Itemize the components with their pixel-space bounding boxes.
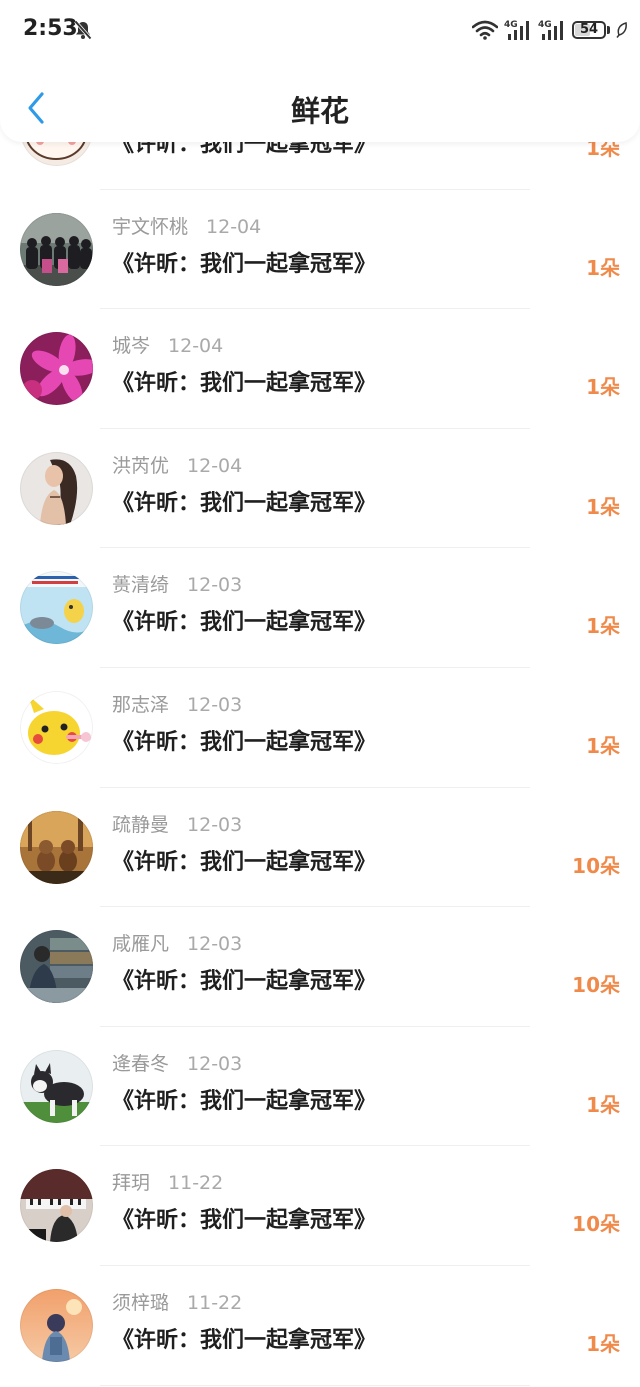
flower-count: 1朵: [586, 1092, 620, 1117]
user-name[interactable]: 逄春冬: [112, 1053, 169, 1075]
gift-date: 12-03: [187, 933, 243, 956]
leaf-icon: [616, 22, 627, 38]
list-item[interactable]: 逄春冬 12-03 《许昕：我们一起拿冠军》 1朵: [0, 1027, 640, 1147]
girl-sunset-avatar[interactable]: [20, 1288, 93, 1362]
list-item[interactable]: 洪芮优 12-04 《许昕：我们一起拿冠军》 1朵: [0, 429, 640, 549]
list-item[interactable]: 咸雁凡 12-03 《许昕：我们一起拿冠军》 10朵: [0, 907, 640, 1027]
gift-date: 12-04: [168, 335, 224, 358]
flowers-screen: 《许昕：我们一起拿冠军》 1朵 宇文怀桃 12-04 《许昕：我们一起拿冠军》 1朵: [0, 0, 640, 1387]
entry-meta: 须梓璐 11-22: [112, 1288, 242, 1315]
list-item[interactable]: 须梓璐 11-22 《许昕：我们一起拿冠军》 1朵: [0, 1266, 640, 1386]
signal-icon: 4G: [504, 20, 529, 40]
user-name[interactable]: 城岑: [112, 335, 150, 357]
user-name[interactable]: 那志泽: [112, 694, 169, 716]
user-name[interactable]: 蒉清绮: [112, 574, 169, 596]
flower-count: 1朵: [586, 494, 620, 519]
gift-date: 12-04: [187, 454, 243, 477]
flower-count: 1朵: [586, 614, 620, 639]
signal-icon: 4G: [538, 20, 563, 40]
user-name[interactable]: 拜玥: [112, 1172, 150, 1194]
flower-count: 1朵: [586, 733, 620, 758]
book-title: 《许昕：我们一起拿冠军》: [112, 371, 377, 397]
gift-date: 12-03: [187, 1052, 243, 1075]
wifi-icon: [472, 20, 498, 40]
entry-meta: 疏静曼 12-03: [112, 810, 242, 837]
book-title: 《许昕：我们一起拿冠军》: [112, 729, 377, 755]
list-item[interactable]: 那志泽 12-03 《许昕：我们一起拿冠军》 1朵: [0, 668, 640, 788]
battery-tip: [607, 26, 610, 34]
gift-date: 12-04: [206, 215, 262, 238]
battery-percent: 54: [579, 22, 599, 37]
gift-date: 12-03: [187, 813, 243, 836]
user-name[interactable]: 洪芮优: [112, 455, 169, 477]
list-item[interactable]: 疏静曼 12-03 《许昕：我们一起拿冠军》 10朵: [0, 788, 640, 908]
user-name[interactable]: 咸雁凡: [112, 933, 169, 955]
flower-count: 1朵: [586, 375, 620, 400]
list-item[interactable]: 蒉清绮 12-03 《许昕：我们一起拿冠军》 1朵: [0, 548, 640, 668]
gift-date: 12-03: [187, 693, 243, 716]
battery-icon: 54: [572, 21, 606, 39]
bookshelf-avatar[interactable]: [20, 930, 93, 1004]
entry-meta: 逄春冬 12-03: [112, 1049, 242, 1076]
flower-count: 10朵: [572, 853, 620, 878]
book-title: 《许昕：我们一起拿冠军》: [112, 1088, 377, 1114]
book-title: 《许昕：我们一起拿冠军》: [112, 490, 377, 516]
app-header: 2:53 4G 4G 54 鲜花: [0, 0, 640, 142]
book-title: 《许昕：我们一起拿冠军》: [112, 969, 377, 995]
flower-count: 10朵: [572, 1212, 620, 1237]
flower-count: 1朵: [586, 255, 620, 280]
bell-muted-icon: [74, 20, 92, 40]
list-item[interactable]: 拜玥 11-22 《许昕：我们一起拿冠军》 10朵: [0, 1146, 640, 1266]
cartoon-sky-avatar[interactable]: [20, 571, 93, 645]
flower-count: 1朵: [586, 1331, 620, 1356]
entry-meta: 咸雁凡 12-03: [112, 929, 242, 956]
network-label-2: 4G: [538, 20, 552, 30]
entry-meta: 拜玥 11-22: [112, 1168, 223, 1195]
list-item[interactable]: 城岑 12-04 《许昕：我们一起拿冠军》 1朵: [0, 309, 640, 429]
nav-bar: 鲜花: [0, 74, 640, 142]
user-name[interactable]: 须梓璐: [112, 1292, 169, 1314]
status-icons: 4G 4G 54: [472, 16, 628, 44]
user-name[interactable]: 疏静曼: [112, 814, 169, 836]
book-title: 《许昕：我们一起拿冠军》: [112, 849, 377, 875]
status-time: 2:53: [23, 16, 78, 41]
pink-flower-avatar[interactable]: [20, 332, 93, 406]
pikachu-avatar[interactable]: [20, 690, 93, 764]
gift-date: 12-03: [187, 574, 243, 597]
book-title: 《许昕：我们一起拿冠军》: [112, 1327, 377, 1353]
dogs-forest-avatar[interactable]: [20, 810, 93, 884]
entry-meta: 城岑 12-04: [112, 331, 223, 358]
book-title: 《许昕：我们一起拿冠军》: [112, 1208, 377, 1234]
entry-meta: 宇文怀桃 12-04: [112, 212, 261, 239]
book-title: 《许昕：我们一起拿冠军》: [112, 251, 377, 277]
entry-meta: 那志泽 12-03: [112, 690, 242, 717]
entry-meta: 洪芮优 12-04: [112, 451, 242, 478]
page-title: 鲜花: [290, 94, 349, 128]
user-name[interactable]: 宇文怀桃: [112, 216, 188, 238]
book-title: 《许昕：我们一起拿冠军》: [112, 610, 377, 636]
list-item[interactable]: 宇文怀桃 12-04 《许昕：我们一起拿冠军》 1朵: [0, 190, 640, 310]
flower-gift-list-content: 《许昕：我们一起拿冠军》 1朵 宇文怀桃 12-04 《许昕：我们一起拿冠军》 1朵: [0, 70, 640, 1386]
gift-date: 11-22: [168, 1172, 224, 1195]
gift-date: 11-22: [187, 1291, 243, 1314]
network-label-1: 4G: [504, 20, 518, 30]
group-photo-avatar[interactable]: [20, 212, 93, 286]
entry-meta: 蒉清绮 12-03: [112, 570, 242, 597]
status-bar: 2:53 4G 4G 54: [0, 0, 640, 60]
piano-avatar[interactable]: [20, 1169, 93, 1243]
flower-gift-list[interactable]: 《许昕：我们一起拿冠军》 1朵 宇文怀桃 12-04 《许昕：我们一起拿冠军》 1朵: [0, 0, 640, 1387]
husky-avatar[interactable]: [20, 1049, 93, 1123]
woman-portrait-avatar[interactable]: [20, 451, 93, 525]
flower-count: 10朵: [572, 973, 620, 998]
